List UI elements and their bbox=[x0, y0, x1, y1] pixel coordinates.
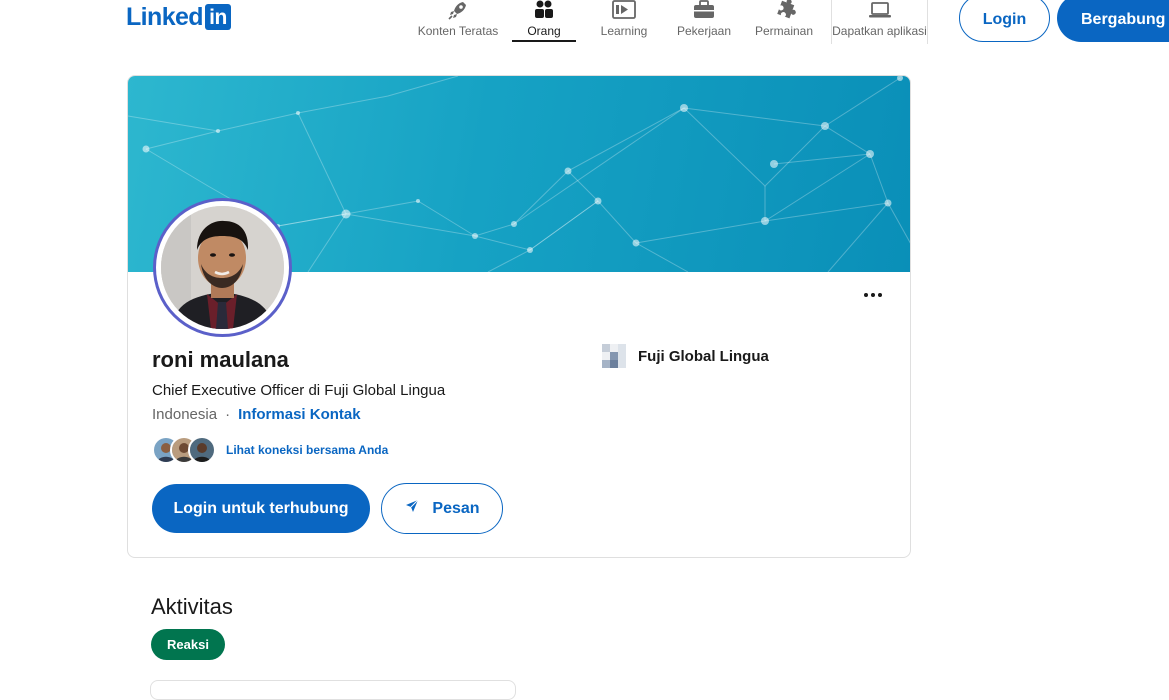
login-button[interactable]: Login bbox=[959, 0, 1050, 42]
nav-item-learning[interactable]: Learning bbox=[592, 0, 656, 44]
mutual-connections[interactable]: Lihat koneksi bersama Anda bbox=[152, 436, 388, 464]
nav-label: Dapatkan aplikasi bbox=[832, 24, 927, 38]
contact-info-link[interactable]: Informasi Kontak bbox=[238, 406, 361, 423]
profile-name: roni maulana bbox=[152, 347, 289, 372]
profile-headline: Chief Executive Officer di Fuji Global L… bbox=[152, 382, 446, 399]
company-name: Fuji Global Lingua bbox=[638, 347, 769, 365]
separator-dot: · bbox=[225, 406, 231, 423]
activity-card[interactable] bbox=[150, 680, 516, 700]
join-now-button[interactable]: Bergabung sekarang bbox=[1057, 0, 1169, 42]
nav-item-jobs[interactable]: Pekerjaan bbox=[674, 0, 734, 44]
more-options-button[interactable] bbox=[857, 283, 889, 307]
active-tab-indicator bbox=[512, 40, 576, 42]
logo-wordmark: Linked bbox=[126, 3, 204, 31]
briefcase-icon bbox=[692, 0, 716, 22]
company-logo-icon bbox=[602, 344, 626, 368]
puzzle-icon bbox=[772, 0, 796, 22]
people-icon bbox=[532, 0, 556, 22]
location-row: Indonesia · Informasi Kontak bbox=[152, 406, 361, 423]
avatar bbox=[188, 436, 216, 464]
dot-icon bbox=[871, 293, 875, 297]
message-button-label: Pesan bbox=[432, 499, 480, 517]
avatar bbox=[161, 206, 284, 329]
send-icon bbox=[404, 498, 420, 519]
linkedin-logo[interactable]: Linked in bbox=[126, 3, 231, 31]
logo-in-box: in bbox=[204, 4, 231, 30]
video-icon bbox=[612, 0, 636, 22]
current-company[interactable]: Fuji Global Lingua bbox=[602, 344, 769, 368]
nav-item-games[interactable]: Permainan bbox=[752, 0, 816, 44]
nav-label: Konten Teratas bbox=[417, 24, 499, 38]
nav-item-people[interactable]: Orang bbox=[512, 0, 576, 44]
laptop-icon bbox=[868, 0, 892, 22]
message-button[interactable]: Pesan bbox=[381, 483, 503, 534]
top-navigation: Linked in Konten Teratas Orang Learning … bbox=[0, 0, 1169, 48]
nav-label: Learning bbox=[600, 24, 648, 38]
nav-label: Orang bbox=[527, 24, 561, 38]
nav-item-top-content[interactable]: Konten Teratas bbox=[416, 0, 500, 44]
rocket-icon bbox=[446, 0, 470, 22]
mutual-connections-link[interactable]: Lihat koneksi bersama Anda bbox=[226, 443, 388, 457]
profile-location: Indonesia bbox=[152, 406, 218, 423]
nav-item-get-app[interactable]: Dapatkan aplikasi bbox=[832, 0, 927, 44]
dot-icon bbox=[878, 293, 882, 297]
login-to-connect-button[interactable]: Login untuk terhubung bbox=[152, 484, 370, 533]
nav-label: Permainan bbox=[754, 24, 814, 38]
reactions-filter-chip[interactable]: Reaksi bbox=[151, 629, 225, 660]
nav-label: Pekerjaan bbox=[676, 24, 732, 38]
nav-divider bbox=[927, 0, 928, 44]
dot-icon bbox=[864, 293, 868, 297]
profile-photo[interactable] bbox=[153, 198, 292, 337]
activity-heading: Aktivitas bbox=[151, 594, 233, 619]
